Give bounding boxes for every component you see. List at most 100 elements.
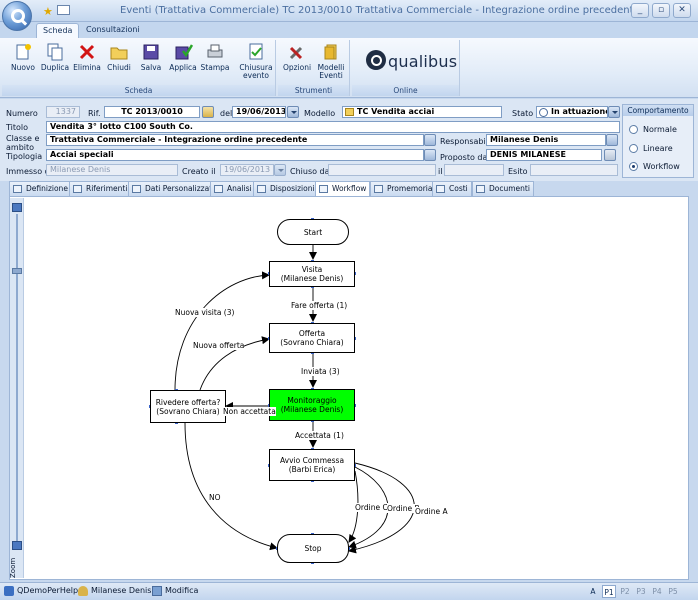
modello-label: Modello <box>304 109 336 118</box>
modelli-eventi-button[interactable]: Modelli Eventi <box>316 42 346 80</box>
app-orb-icon[interactable] <box>2 1 32 31</box>
tipologia-lookup-button[interactable] <box>424 149 436 161</box>
tab-costi[interactable]: Costi <box>432 181 472 196</box>
rif-label: Rif. <box>88 109 101 118</box>
ribbon-tabs: Scheda Consultazioni <box>0 22 698 38</box>
edge-label-ordine-a: Ordine A <box>415 507 448 516</box>
node-stop[interactable]: Stop <box>277 534 349 563</box>
tab-definizione[interactable]: Definizione <box>9 181 72 196</box>
status-mode: Modifica <box>165 586 199 595</box>
close-button[interactable]: ✕ <box>673 3 691 18</box>
proposto-field[interactable]: DENIS MILANESE <box>486 149 602 161</box>
titolo-field[interactable]: Vendita 3° lotto C100 South Co. <box>46 121 620 133</box>
zoom-track[interactable] <box>16 214 18 544</box>
ribbon-group-label: Scheda <box>2 85 275 96</box>
node-start[interactable]: Start <box>277 219 349 245</box>
custom-data-icon <box>132 185 141 193</box>
templates-icon <box>324 44 337 60</box>
qualibus-logo-text[interactable]: qualibus <box>388 52 457 71</box>
edit-mode-icon <box>152 586 162 596</box>
node-monitoraggio[interactable]: Monitoraggio (Milanese Denis) <box>269 389 355 421</box>
duplica-button[interactable]: Duplica <box>40 42 70 72</box>
zoom-out-button[interactable] <box>12 541 22 550</box>
favorite-star-icon[interactable]: ★ <box>43 5 53 18</box>
page-p3-button[interactable]: P3 <box>634 585 648 598</box>
radio-normale[interactable] <box>629 125 638 134</box>
tab-analisi[interactable]: Analisi <box>210 181 256 196</box>
references-icon <box>73 185 82 193</box>
chiusura-evento-button[interactable]: Chiusura evento <box>236 42 276 80</box>
responsabile-field[interactable]: Milanese Denis <box>486 134 606 146</box>
edge-label-ordine-c: Ordine C <box>355 503 388 512</box>
rif-lookup-icon[interactable] <box>202 106 214 118</box>
stampa-button[interactable]: Stampa <box>200 42 230 72</box>
tab-riferimenti[interactable]: Riferimenti <box>69 181 132 196</box>
tab-workflow[interactable]: Workflow <box>315 181 371 197</box>
opzioni-button[interactable]: Opzioni <box>282 42 312 72</box>
mail-icon[interactable] <box>57 5 70 15</box>
tab-dati-personalizzati[interactable]: Dati Personalizzati <box>128 181 219 196</box>
salva-button[interactable]: Salva <box>136 42 166 72</box>
ambito-label: ambito <box>6 143 35 152</box>
responsabile-lookup-button[interactable] <box>606 134 618 146</box>
classe-lookup-button[interactable] <box>424 134 436 146</box>
stato-field[interactable]: In attuazione <box>536 106 608 118</box>
nuovo-button[interactable]: Nuovo <box>8 42 38 72</box>
dispositions-icon <box>257 185 266 193</box>
database-icon <box>4 586 14 596</box>
page-p2-button[interactable]: P2 <box>618 585 632 598</box>
radio-lineare[interactable] <box>629 144 638 153</box>
tab-documenti[interactable]: Documenti <box>472 181 534 196</box>
workflow-icon <box>319 185 328 193</box>
creato-field: 19/06/2013 <box>220 164 274 176</box>
zoom-in-button[interactable] <box>12 203 22 212</box>
qualibus-logo-icon[interactable] <box>366 50 386 70</box>
minimize-button[interactable]: _ <box>631 3 649 18</box>
immesso-field: Milanese Denis <box>46 164 178 176</box>
radio-workflow[interactable] <box>629 162 638 171</box>
costs-icon <box>436 185 445 193</box>
edge-label-nuova-visita: Nuova visita (3) <box>175 308 235 317</box>
rif-field[interactable]: TC 2013/0010 <box>104 106 200 118</box>
date-dropdown-button[interactable] <box>287 106 299 118</box>
modello-field[interactable]: TC Vendita acciai <box>342 106 502 118</box>
stato-dropdown-button[interactable] <box>608 106 620 118</box>
edge-label-fare-offerta: Fare offerta (1) <box>291 301 348 310</box>
del-label: del <box>220 109 233 118</box>
edge-label-inviata: Inviata (3) <box>301 367 340 376</box>
esito-field <box>530 164 618 176</box>
tab-promemoria[interactable]: Promemoria <box>370 181 437 196</box>
date-field[interactable]: 19/06/2013 <box>232 106 286 118</box>
node-offerta[interactable]: Offerta (Sovrano Chiara) <box>269 323 355 353</box>
il-field <box>444 164 504 176</box>
ribbon-tab-consultazioni[interactable]: Consultazioni <box>80 23 146 38</box>
workflow-edges <box>149 218 415 564</box>
ribbon-tab-scheda[interactable]: Scheda <box>36 23 80 38</box>
zoom-slider-thumb[interactable] <box>12 268 22 274</box>
status-user: Milanese Denis <box>91 586 152 595</box>
elimina-button[interactable]: Elimina <box>72 42 102 72</box>
node-avvio-commessa[interactable]: Avvio Commessa (Barbi Erica) <box>269 449 355 481</box>
applica-button[interactable]: Applica <box>168 42 198 72</box>
folder-icon <box>345 108 354 116</box>
workflow-label: Workflow <box>643 162 680 171</box>
node-visita[interactable]: Visita (Milanese Denis) <box>269 261 355 287</box>
chiudi-button[interactable]: Chiudi <box>104 42 134 72</box>
restore-button[interactable]: ▫ <box>652 3 670 18</box>
analysis-icon <box>214 185 223 193</box>
tipologia-field[interactable]: Acciai speciali <box>46 149 424 161</box>
chiuso-label: Chiuso da <box>290 167 330 176</box>
proposto-label: Proposto da <box>440 153 488 162</box>
page-p5-button[interactable]: P5 <box>666 585 680 598</box>
tab-disposizioni[interactable]: Disposizioni <box>253 181 319 196</box>
page-p1-button[interactable]: P1 <box>602 585 616 598</box>
workflow-diagram[interactable]: Start Visita (Milanese Denis) Offerta (S… <box>25 197 687 579</box>
node-rivedere-offerta[interactable]: Rivedere offerta? (Sovrano Chiara) <box>150 390 226 423</box>
proposto-lookup-icon[interactable] <box>604 149 616 161</box>
stato-label: Stato <box>512 109 534 118</box>
ribbon: Nuovo Duplica Elimina Chiudi Salva Appli… <box>0 38 698 98</box>
classe-field[interactable]: Trattativa Commerciale - Integrazione or… <box>46 134 424 146</box>
documents-icon <box>476 185 485 193</box>
page-p4-button[interactable]: P4 <box>650 585 664 598</box>
status-a[interactable]: A <box>586 585 600 598</box>
